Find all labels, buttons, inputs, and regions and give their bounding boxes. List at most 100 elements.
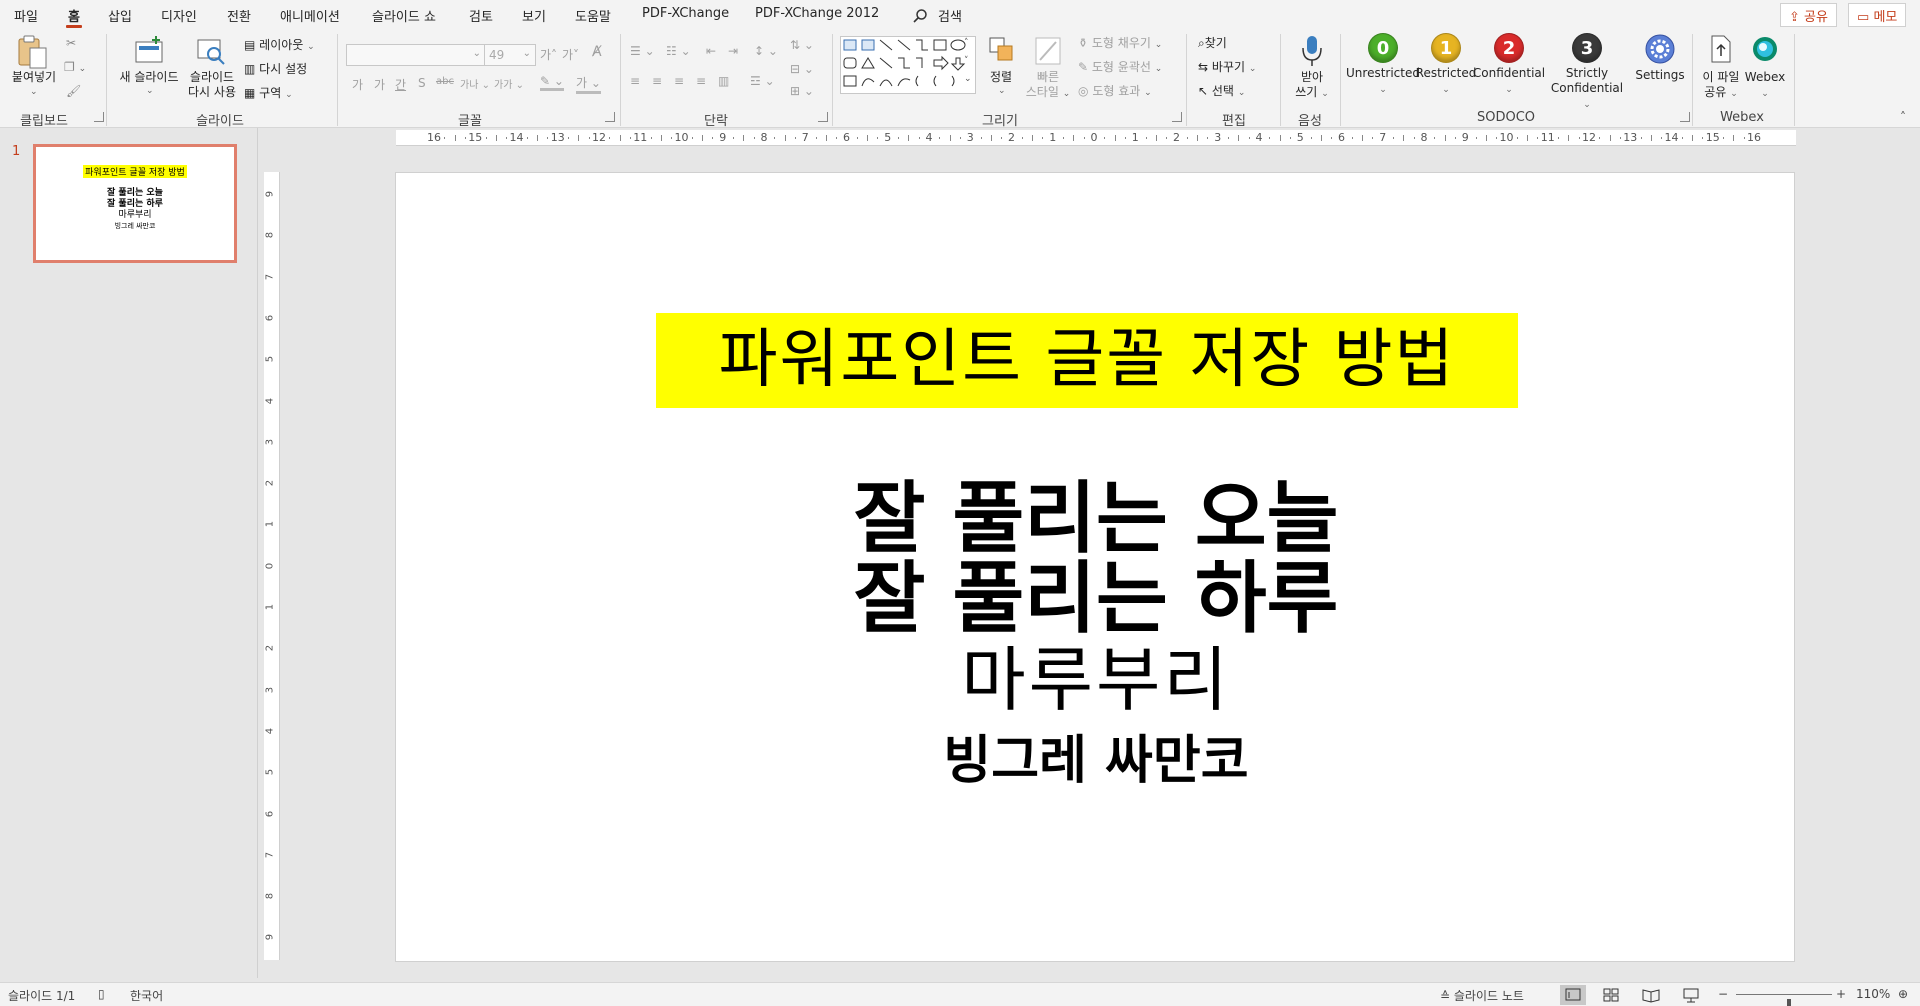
zoom-in-icon[interactable]: + <box>1836 987 1846 1001</box>
text-direction-icon[interactable]: ⇅ ⌄ <box>790 38 814 52</box>
reuse-slides-button[interactable] <box>196 36 226 69</box>
layout-button[interactable]: ▤ 레이아웃 ⌄ <box>244 36 315 53</box>
reading-view-button[interactable] <box>1638 985 1664 1005</box>
accessibility-icon[interactable]: ▯ <box>98 987 105 1001</box>
char-spacing-icon[interactable]: 가나 ⌄ <box>460 76 490 91</box>
tab-file[interactable]: 파일 <box>14 6 38 25</box>
paste-dropdown-icon[interactable]: ⌄ <box>30 87 38 97</box>
new-slide-dropdown-icon[interactable]: ⌄ <box>146 86 154 96</box>
find-button[interactable]: ⌕찾기 <box>1198 34 1227 51</box>
clear-format-icon[interactable]: Ⱥ <box>592 44 602 60</box>
shape-fill-button[interactable]: ⚱ 도형 채우기 ⌄ <box>1078 34 1162 51</box>
share-file-button[interactable] <box>1709 34 1733 67</box>
tab-design[interactable]: 디자인 <box>161 6 197 25</box>
slideshow-button[interactable] <box>1678 985 1704 1005</box>
font-size-combo[interactable]: 49 ⌄ <box>484 44 536 66</box>
bold-icon[interactable]: 가 <box>352 76 363 93</box>
arrange-button[interactable] <box>988 36 1016 67</box>
shadow-icon[interactable]: S <box>418 76 426 90</box>
font-color-icon[interactable]: 가 ⌄ <box>576 74 601 94</box>
zoom-slider-thumb[interactable] <box>1786 999 1791 1006</box>
decrease-indent-icon[interactable]: ⇤ <box>706 44 716 58</box>
tab-review[interactable]: 검토 <box>469 6 493 25</box>
confidential-button[interactable]: 2 Confidential ⌄ <box>1470 33 1548 95</box>
paragraph-launcher-icon[interactable] <box>818 112 828 122</box>
highlight-icon[interactable]: ✎ ⌄ <box>540 74 564 91</box>
sodoco-launcher-icon[interactable] <box>1680 112 1690 122</box>
shapes-scroll-up-icon[interactable]: ˄ <box>964 38 969 48</box>
replace-button[interactable]: ⇆ 바꾸기 ⌄ <box>1198 58 1256 75</box>
slide-title[interactable]: 파워포인트 글꼴 저장 방법 <box>656 313 1518 408</box>
tab-transitions[interactable]: 전환 <box>227 6 251 25</box>
select-button[interactable]: ↖ 선택 ⌄ <box>1198 82 1245 99</box>
tab-slideshow[interactable]: 슬라이드 쇼 <box>372 6 436 25</box>
smartart-icon[interactable]: ⊞ ⌄ <box>790 84 814 98</box>
zoom-slider[interactable] <box>1736 994 1832 1006</box>
language-indicator[interactable]: 한국어 <box>130 987 163 1004</box>
increase-indent-icon[interactable]: ⇥ <box>728 44 738 58</box>
fit-to-window-icon[interactable]: ⊕ <box>1898 987 1908 1001</box>
dictate-button[interactable] <box>1300 34 1324 71</box>
tab-pdf-xchange-2012[interactable]: PDF-XChange 2012 <box>755 6 879 21</box>
line-spacing-icon[interactable]: ↕ ⌄ <box>754 44 778 58</box>
arrange-dropdown-icon[interactable]: ⌄ <box>998 86 1006 96</box>
quick-styles-button[interactable] <box>1034 36 1062 69</box>
align-left-icon[interactable]: ≡ <box>630 74 640 88</box>
zoom-out-icon[interactable]: − <box>1718 987 1728 1001</box>
normal-view-button[interactable] <box>1560 985 1586 1005</box>
copy-icon[interactable]: ❐ ⌄ <box>64 60 86 74</box>
clipboard-launcher-icon[interactable] <box>94 112 104 122</box>
italic-icon[interactable]: 가 <box>374 76 385 93</box>
bullets-icon[interactable]: ☰ ⌄ <box>630 44 655 58</box>
slide-sorter-button[interactable] <box>1598 985 1624 1005</box>
tab-help[interactable]: 도움말 <box>575 6 611 25</box>
notes-button[interactable]: ≙ 슬라이드 노트 <box>1440 987 1524 1004</box>
webex-button[interactable] <box>1752 36 1778 65</box>
paste-button[interactable] <box>16 34 48 73</box>
align-right-icon[interactable]: ≡ <box>674 74 684 88</box>
zoom-level[interactable]: 110% <box>1856 987 1890 1001</box>
justify-icon[interactable]: ≡ <box>696 74 706 88</box>
vertical-ruler[interactable]: 9 8 7 6 5 4 3 2 1 0 1 2 3 4 5 6 7 8 9 <box>264 172 280 960</box>
shapes-gallery[interactable] <box>840 36 976 97</box>
slide-text-line-4[interactable]: 빙그레 싸만코 <box>396 726 1796 796</box>
tab-pdf-xchange[interactable]: PDF-XChange <box>642 6 729 21</box>
share-button[interactable]: ⇪ 공유 <box>1780 3 1837 27</box>
shape-effects-button[interactable]: ◎ 도형 효과 ⌄ <box>1078 82 1152 99</box>
format-painter-icon[interactable]: 🖌︎ <box>66 84 81 98</box>
shapes-scroll-down-icon[interactable]: ˅ <box>964 56 969 66</box>
collapse-ribbon-icon[interactable]: ˄ <box>1900 110 1906 124</box>
numbering-icon[interactable]: ☷ ⌄ <box>666 44 691 58</box>
slide-text-line-2[interactable]: 잘 풀리는 하루 <box>396 558 1796 640</box>
slide-text-line-3[interactable]: 마루부리 <box>396 638 1796 722</box>
tab-home[interactable]: 홈 <box>66 6 82 28</box>
strictly-confidential-button[interactable]: 3 Strictly Confidential ⌄ <box>1547 33 1627 113</box>
tab-animations[interactable]: 애니메이션 <box>280 6 340 25</box>
drawing-launcher-icon[interactable] <box>1172 112 1182 122</box>
underline-icon[interactable]: 간 <box>395 76 406 93</box>
tab-insert[interactable]: 삽입 <box>108 6 132 25</box>
shape-outline-button[interactable]: ✎ 도형 윤곽선 ⌄ <box>1078 58 1162 75</box>
cut-icon[interactable]: ✂ <box>66 36 76 50</box>
reset-button[interactable]: ▥ 다시 설정 <box>244 60 307 77</box>
slide-text-line-1[interactable]: 잘 풀리는 오늘 <box>396 478 1796 560</box>
tab-view[interactable]: 보기 <box>522 6 546 25</box>
strikethrough-icon[interactable]: abc <box>436 76 454 87</box>
horizontal-ruler[interactable]: 16 15 14 13 12 11 10 9 8 7 6 5 4 3 2 1 0 1 2 3 4 5 6 7 8 9 10 11 12 1… <box>396 130 1796 146</box>
slide-canvas[interactable]: 파워포인트 글꼴 저장 방법 잘 풀리는 오늘 잘 풀리는 하루 마루부리 빙그… <box>395 172 1795 962</box>
shapes-more-icon[interactable]: ⌄ <box>964 74 972 84</box>
grow-font-icon[interactable]: 가˄ <box>540 46 557 63</box>
new-slide-button[interactable] <box>134 36 164 69</box>
search-box[interactable]: 검색 <box>912 6 962 25</box>
change-case-icon[interactable]: 가가 ⌄ <box>494 76 524 91</box>
settings-button[interactable]: Settings <box>1620 33 1700 83</box>
font-launcher-icon[interactable] <box>605 112 615 122</box>
section-button[interactable]: ▦ 구역 ⌄ <box>244 84 293 101</box>
slide-thumbnail[interactable]: 파워포인트 글꼴 저장 방법 잘 풀리는 오늘 잘 풀리는 하루 마루부리 빙그… <box>33 144 237 263</box>
columns-icon[interactable]: ▥ <box>718 74 729 88</box>
align-text-vertical-icon[interactable]: ⊟ ⌄ <box>790 62 814 76</box>
memo-button[interactable]: ▭ 메모 <box>1848 3 1907 27</box>
shrink-font-icon[interactable]: 가˅ <box>562 46 579 63</box>
font-name-combo[interactable]: ⌄ <box>346 44 486 66</box>
align-text-icon[interactable]: ☲ ⌄ <box>750 74 775 88</box>
